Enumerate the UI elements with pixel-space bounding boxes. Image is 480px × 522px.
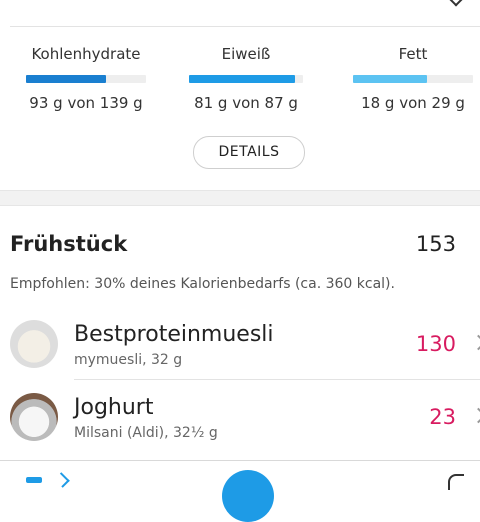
macro-amount: 18 g von 29 g: [361, 94, 465, 112]
chevron-right-icon: [470, 407, 480, 424]
macro-progress-fill: [189, 75, 296, 83]
bottom-navigation: [0, 460, 480, 522]
food-calories: 130: [415, 332, 456, 356]
macro-fat: Fett 18 g von 29 g: [353, 44, 473, 112]
chevron-right-icon: [470, 334, 480, 351]
food-detail: Milsani (Aldi), 32½ g: [74, 425, 218, 441]
food-item[interactable]: Joghurt Milsani (Aldi), 32½ g 23: [0, 381, 480, 453]
meal-title: Frühstück: [10, 232, 128, 256]
macro-label: Kohlenhydrate: [31, 45, 141, 63]
food-name: Bestproteinmuesli: [74, 322, 274, 347]
muesli-bowl-image: [10, 320, 58, 368]
arrow-nav-icon[interactable]: [54, 472, 70, 488]
macro-progress-fill: [353, 75, 428, 83]
macro-label: Fett: [398, 45, 428, 63]
macro-progress-track: [189, 75, 303, 83]
macro-progress-fill: [26, 75, 107, 83]
food-item[interactable]: Bestproteinmuesli mymuesli, 32 g 130: [0, 308, 480, 380]
meal-calories: 153: [415, 232, 456, 256]
add-button-icon[interactable]: [222, 470, 274, 522]
details-button[interactable]: DETAILS: [193, 136, 305, 169]
yogurt-bowl-image: [10, 393, 58, 441]
diary-nav-icon[interactable]: [26, 477, 42, 483]
row-divider: [74, 379, 480, 380]
macro-protein: Eiweiß 81 g von 87 g: [189, 44, 303, 112]
food-calories: 23: [429, 405, 456, 429]
macro-label: Eiweiß: [221, 45, 271, 63]
meal-recommendation: Empfohlen: 30% deines Kalorienbedarfs (c…: [10, 276, 395, 292]
top-divider: [10, 26, 480, 27]
macro-progress-track: [26, 75, 146, 83]
macro-amount: 93 g von 139 g: [29, 94, 143, 112]
food-name: Joghurt: [74, 395, 154, 420]
macro-amount: 81 g von 87 g: [194, 94, 298, 112]
profile-nav-icon[interactable]: [448, 474, 464, 490]
macro-carbs: Kohlenhydrate 93 g von 139 g: [26, 44, 146, 112]
food-detail: mymuesli, 32 g: [74, 352, 183, 368]
chevron-icon[interactable]: [447, 0, 465, 7]
section-separator: [0, 190, 480, 206]
macro-progress-track: [353, 75, 473, 83]
